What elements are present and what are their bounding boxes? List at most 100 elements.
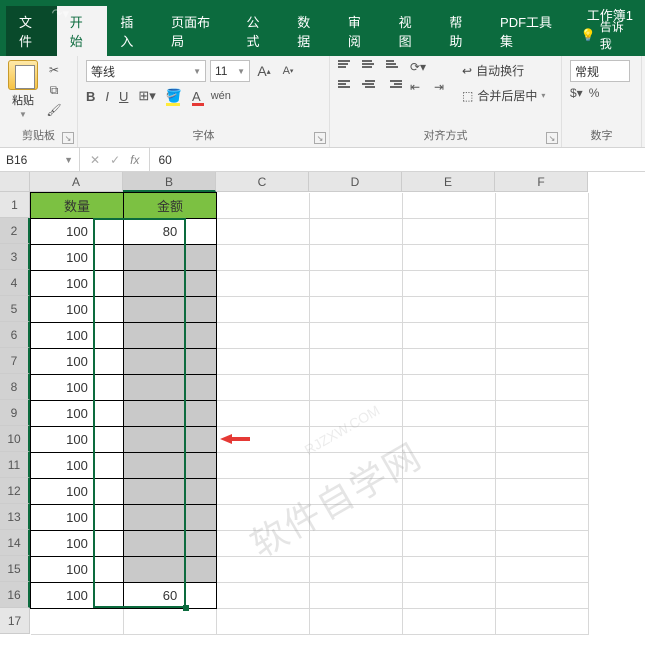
align-left-icon[interactable] <box>338 80 354 94</box>
cell-C2[interactable] <box>217 219 310 245</box>
row-head-8[interactable]: 8 <box>0 374 30 400</box>
cell-A9[interactable]: 100 <box>31 401 124 427</box>
align-center-icon[interactable] <box>362 80 378 94</box>
cell-B8[interactable] <box>124 375 217 401</box>
cell-A4[interactable]: 100 <box>31 271 124 297</box>
cell-D12[interactable] <box>310 479 403 505</box>
cell-A14[interactable]: 100 <box>31 531 124 557</box>
cell-E15[interactable] <box>403 557 496 583</box>
font-launcher[interactable]: ↘ <box>314 132 326 144</box>
cell-E14[interactable] <box>403 531 496 557</box>
tab-help[interactable]: 帮助 <box>436 6 487 56</box>
cell-C4[interactable] <box>217 271 310 297</box>
accept-formula-icon[interactable]: ✓ <box>110 153 120 167</box>
tab-file[interactable]: 文件 <box>6 6 57 56</box>
increase-indent-icon[interactable]: ⇥ <box>434 80 450 94</box>
cell-F6[interactable] <box>496 323 589 349</box>
cell-C11[interactable] <box>217 453 310 479</box>
cell-A11[interactable]: 100 <box>31 453 124 479</box>
cell-F8[interactable] <box>496 375 589 401</box>
row-head-13[interactable]: 13 <box>0 504 30 530</box>
row-head-4[interactable]: 4 <box>0 270 30 296</box>
cell-D9[interactable] <box>310 401 403 427</box>
cell-C14[interactable] <box>217 531 310 557</box>
tab-pdf-tools[interactable]: PDF工具集 <box>487 6 575 56</box>
row-head-3[interactable]: 3 <box>0 244 30 270</box>
cell-E11[interactable] <box>403 453 496 479</box>
cell-B5[interactable] <box>124 297 217 323</box>
cell-F7[interactable] <box>496 349 589 375</box>
cell-A3[interactable]: 100 <box>31 245 124 271</box>
cell-C3[interactable] <box>217 245 310 271</box>
cell-F12[interactable] <box>496 479 589 505</box>
row-head-15[interactable]: 15 <box>0 556 30 582</box>
cell-E8[interactable] <box>403 375 496 401</box>
cell-D7[interactable] <box>310 349 403 375</box>
cell-A1[interactable]: 数量 <box>31 193 124 219</box>
cell-D3[interactable] <box>310 245 403 271</box>
phonetic-button[interactable]: wén <box>211 90 231 102</box>
cell-C1[interactable] <box>217 193 310 219</box>
font-name-select[interactable]: 等线 ▼ <box>86 60 206 82</box>
col-head-C[interactable]: C <box>216 172 309 192</box>
fx-icon[interactable]: fx <box>130 153 139 167</box>
cell-F9[interactable] <box>496 401 589 427</box>
row-head-7[interactable]: 7 <box>0 348 30 374</box>
cell-C17[interactable] <box>217 609 310 635</box>
row-head-1[interactable]: 1 <box>0 192 30 218</box>
redo-icon[interactable]: ↷▾ <box>52 6 69 22</box>
cell-F10[interactable] <box>496 427 589 453</box>
cell-F11[interactable] <box>496 453 589 479</box>
cell-D17[interactable] <box>310 609 403 635</box>
fill-color-button[interactable]: 🪣 <box>166 88 182 104</box>
cell-E1[interactable] <box>403 193 496 219</box>
clipboard-launcher[interactable]: ↘ <box>62 132 74 144</box>
cell-B9[interactable] <box>124 401 217 427</box>
cell-D6[interactable] <box>310 323 403 349</box>
cell-C9[interactable] <box>217 401 310 427</box>
cell-A15[interactable]: 100 <box>31 557 124 583</box>
cell-B17[interactable] <box>124 609 217 635</box>
increase-font-icon[interactable]: A▴ <box>254 61 274 81</box>
cell-B3[interactable] <box>124 245 217 271</box>
wrap-text-button[interactable]: ↩ 自动换行 <box>458 60 549 81</box>
row-head-2[interactable]: 2 <box>0 218 30 244</box>
cell-A12[interactable]: 100 <box>31 479 124 505</box>
decrease-indent-icon[interactable]: ⇤ <box>410 80 426 94</box>
col-head-E[interactable]: E <box>402 172 495 192</box>
cell-A6[interactable]: 100 <box>31 323 124 349</box>
cell-D4[interactable] <box>310 271 403 297</box>
cell-B13[interactable] <box>124 505 217 531</box>
cell-A13[interactable]: 100 <box>31 505 124 531</box>
cell-B1[interactable]: 金额 <box>124 193 217 219</box>
row-head-11[interactable]: 11 <box>0 452 30 478</box>
cell-E12[interactable] <box>403 479 496 505</box>
cell-D10[interactable] <box>310 427 403 453</box>
cell-A2[interactable]: 100 <box>31 219 124 245</box>
decrease-font-icon[interactable]: A▾ <box>278 61 298 81</box>
cell-D11[interactable] <box>310 453 403 479</box>
row-head-16[interactable]: 16 <box>0 582 30 608</box>
number-format-select[interactable]: 常规 <box>570 60 630 82</box>
underline-button[interactable]: U <box>119 89 128 104</box>
cell-D16[interactable] <box>310 583 403 609</box>
cell-E5[interactable] <box>403 297 496 323</box>
cell-C5[interactable] <box>217 297 310 323</box>
cell-E10[interactable] <box>403 427 496 453</box>
cell-D2[interactable] <box>310 219 403 245</box>
merge-center-button[interactable]: ⬚ 合并后居中 ▾ <box>458 85 549 106</box>
cell-C12[interactable] <box>217 479 310 505</box>
cell-E6[interactable] <box>403 323 496 349</box>
bold-button[interactable]: B <box>86 89 95 104</box>
tell-me[interactable]: 💡 告诉我 <box>575 14 639 56</box>
col-head-A[interactable]: A <box>30 172 123 192</box>
align-top-icon[interactable] <box>338 60 354 74</box>
cell-B2[interactable]: 80 <box>124 219 217 245</box>
italic-button[interactable]: I <box>105 89 109 104</box>
cell-A16[interactable]: 100 <box>31 583 124 609</box>
paste-button[interactable] <box>8 60 38 90</box>
copy-icon[interactable]: ⧉ <box>46 82 62 98</box>
cell-F16[interactable] <box>496 583 589 609</box>
cell-E7[interactable] <box>403 349 496 375</box>
border-button[interactable]: ⊞▾ <box>138 88 155 104</box>
